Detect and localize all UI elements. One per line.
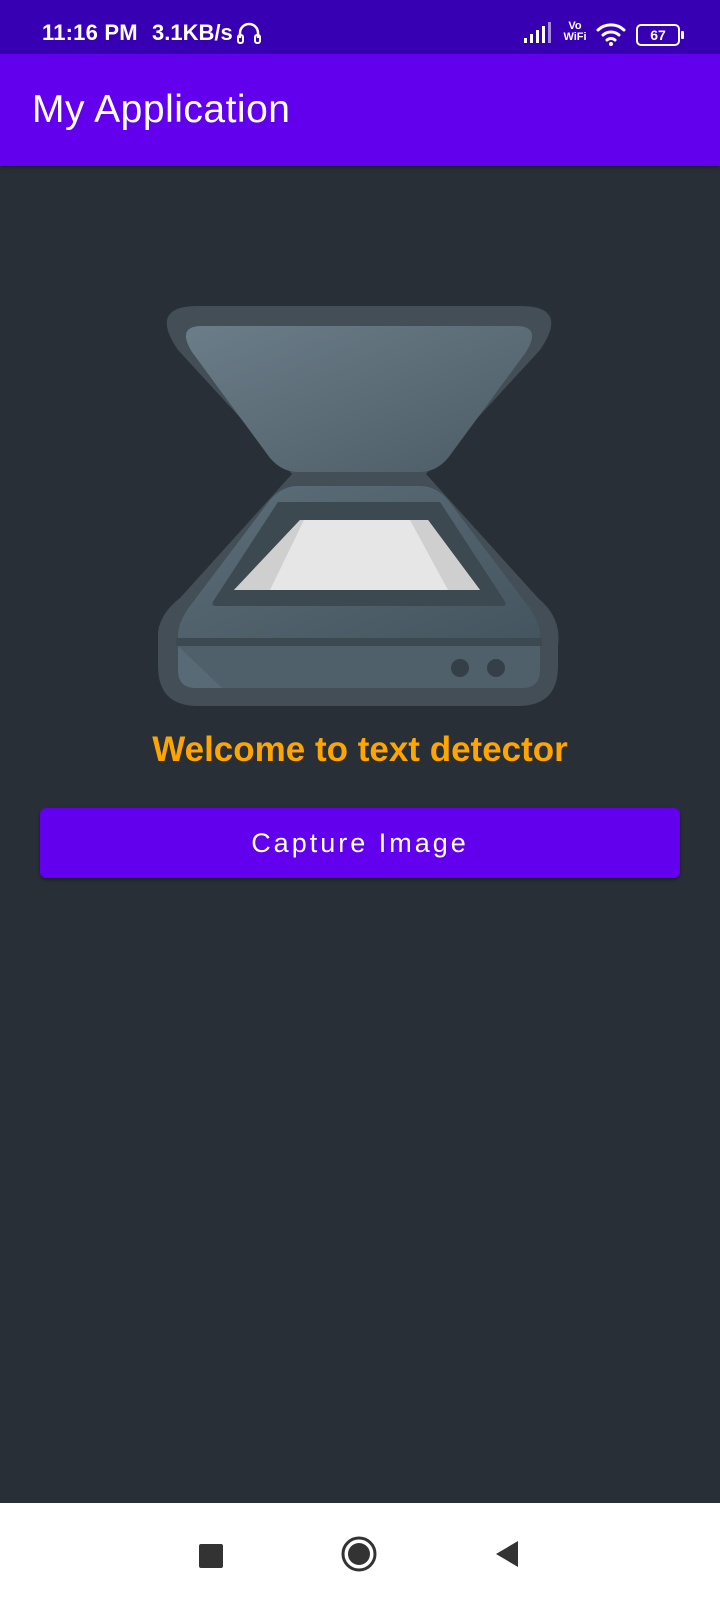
status-bar: 11:16 PM 3.1KB/s Vo WiFi 67 (0, 0, 720, 54)
signal-icon (524, 22, 554, 49)
network-speed: 3.1KB/s (152, 20, 233, 45)
vowifi-icon: Vo WiFi (560, 21, 590, 43)
back-icon[interactable] (494, 1539, 520, 1574)
scanner-icon (157, 306, 562, 711)
headset-icon (236, 20, 262, 51)
status-time: 11:16 PM (42, 20, 138, 45)
home-icon[interactable] (340, 1535, 378, 1578)
app-bar: My Application (0, 54, 720, 166)
app-title: My Application (32, 88, 291, 131)
recents-icon[interactable] (198, 1543, 224, 1574)
navigation-bar (0, 1503, 720, 1600)
welcome-text: Welcome to text detector (152, 730, 568, 769)
capture-image-button[interactable]: Capture Image (40, 808, 680, 878)
battery-icon: 67 (636, 24, 684, 46)
vowifi-line2: WiFi (563, 31, 587, 43)
wifi-icon (596, 22, 626, 51)
